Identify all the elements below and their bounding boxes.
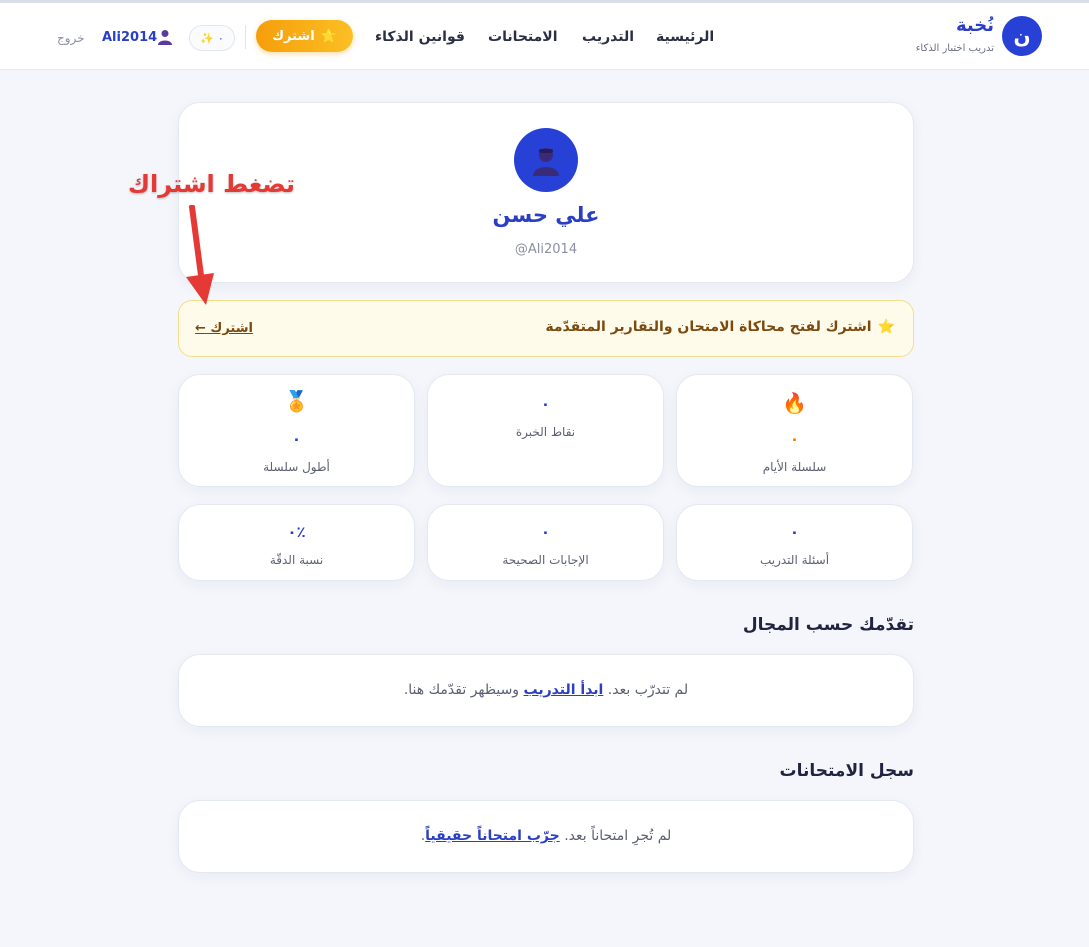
username[interactable]: Ali2014 xyxy=(102,30,157,45)
brand-logo[interactable]: ن xyxy=(1002,16,1042,56)
header-divider xyxy=(245,25,246,49)
star-icon: ⭐ xyxy=(877,319,895,335)
star-icon: ⭐ xyxy=(320,28,337,44)
stat-card-longest-streak: 🏅 ٠ أطول سلسلة xyxy=(178,374,415,487)
stat-value: ٠ xyxy=(789,523,800,541)
stat-card-xp: ٠ نقاط الخبرة xyxy=(427,374,664,487)
stat-value: ٠٪ xyxy=(287,523,306,541)
start-training-link[interactable]: ابدأ التدريب xyxy=(524,682,604,698)
top-navbar: ن نُخبة تدريب اختبار الذكاء الرئيسية الت… xyxy=(0,3,1089,70)
subscribe-button[interactable]: ⭐ اشترك xyxy=(256,20,353,52)
person-icon xyxy=(533,148,559,176)
subscribe-banner: ⭐ اشترك لفتح محاكاة الامتحان والتقارير ا… xyxy=(178,300,914,357)
fire-icon: 🔥 xyxy=(782,391,807,415)
progress-empty-message: لم تتدرّب بعد. ابدأ التدريب وسيظهر تقدّم… xyxy=(403,682,689,698)
stat-label: أطول سلسلة xyxy=(263,460,330,474)
user-icon xyxy=(158,30,172,45)
brand-subtitle: تدريب اختبار الذكاء xyxy=(915,43,994,54)
progress-section-title: تقدّمك حسب المجال xyxy=(742,615,914,635)
stat-card-accuracy: ٠٪ نسبة الدقّة xyxy=(178,504,415,581)
xp-value: ٠ xyxy=(217,31,224,45)
banner-subscribe-link[interactable]: اشترك ← xyxy=(195,321,253,336)
try-real-exam-link[interactable]: جرّب امتحاناً حقيقياً xyxy=(425,828,560,844)
brand-name[interactable]: نُخبة xyxy=(956,15,994,36)
stat-label: سلسلة الأيام xyxy=(762,460,827,474)
stat-card-questions: ٠ أسئلة التدريب xyxy=(676,504,913,581)
stat-value: ٠ xyxy=(540,523,551,541)
stat-label: نسبة الدقّة xyxy=(269,553,324,567)
exams-empty-card: لم تُجرِ امتحاناً بعد. جرّب امتحاناً حقي… xyxy=(178,800,914,873)
banner-text: اشترك لفتح محاكاة الامتحان والتقارير الم… xyxy=(545,319,872,335)
progress-empty-card: لم تتدرّب بعد. ابدأ التدريب وسيظهر تقدّم… xyxy=(178,654,914,727)
profile-handle: @Ali2014 xyxy=(514,242,578,257)
exams-empty-message: لم تُجرِ امتحاناً بعد. جرّب امتحاناً حقي… xyxy=(420,828,672,844)
nav-iq-rules[interactable]: قوانين الذكاء xyxy=(375,29,465,45)
nav-home[interactable]: الرئيسية xyxy=(656,29,714,45)
exams-section-title: سجل الامتحانات xyxy=(779,761,915,781)
logout-link[interactable]: خروج xyxy=(57,31,85,45)
stat-value: ٠ xyxy=(789,430,800,448)
profile-avatar xyxy=(514,128,578,192)
stat-value: ٠ xyxy=(540,395,551,413)
subscribe-label: اشترك xyxy=(272,28,315,44)
annotation-label: تضغط اشتراك xyxy=(128,170,296,198)
stat-label: أسئلة التدريب xyxy=(759,553,830,567)
stat-card-streak: 🔥 ٠ سلسلة الأيام xyxy=(676,374,913,487)
stat-label: الإجابات الصحيحة xyxy=(502,553,589,567)
medal-icon: 🏅 xyxy=(284,389,309,413)
stat-value: ٠ xyxy=(291,430,302,448)
stat-card-correct: ٠ الإجابات الصحيحة xyxy=(427,504,664,581)
profile-name: علي حسن xyxy=(492,203,600,227)
annotation-arrow-icon xyxy=(186,205,214,305)
xp-badge[interactable]: ✨ ٠ xyxy=(189,25,235,51)
stat-label: نقاط الخبرة xyxy=(515,425,576,439)
nav-training[interactable]: التدريب xyxy=(582,29,634,45)
nav-exams[interactable]: الامتحانات xyxy=(488,29,558,45)
sparkles-icon: ✨ xyxy=(200,31,214,45)
